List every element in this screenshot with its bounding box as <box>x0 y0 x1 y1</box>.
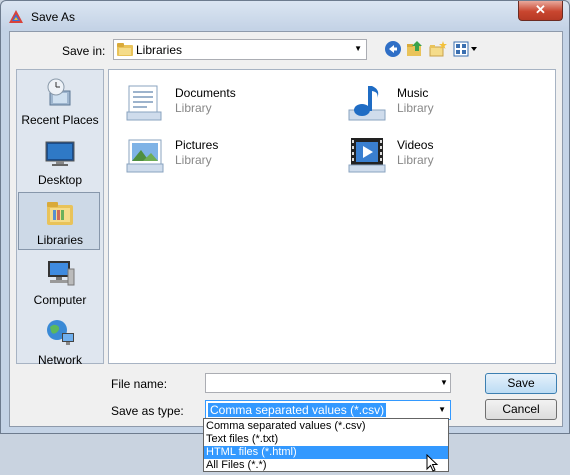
back-icon[interactable] <box>384 40 402 58</box>
file-name-field[interactable] <box>205 373 451 393</box>
window-title: Save As <box>31 10 76 24</box>
save-as-type-dropdown[interactable]: Comma separated values (*.csv) ▼ <box>205 400 451 420</box>
type-option-html[interactable]: HTML files (*.html) <box>204 446 448 459</box>
place-network[interactable]: Network <box>18 312 100 370</box>
library-type: Library <box>175 101 212 115</box>
close-button[interactable]: ✕ <box>518 1 563 21</box>
place-recent-places[interactable]: Recent Places <box>18 72 100 130</box>
libraries-icon <box>44 197 76 229</box>
type-option-csv[interactable]: Comma separated values (*.csv) <box>204 420 448 433</box>
type-option-txt[interactable]: Text files (*.txt) <box>204 433 448 446</box>
app-icon <box>8 9 24 25</box>
music-library-icon <box>347 82 389 124</box>
documents-library-icon <box>125 82 167 124</box>
desktop-icon <box>44 137 76 169</box>
title-bar[interactable]: Save As ✕ <box>1 1 569 31</box>
mouse-cursor-icon <box>426 453 440 475</box>
network-icon <box>44 317 76 349</box>
place-computer[interactable]: Computer <box>18 252 100 310</box>
dialog-body: Save in: Libraries ▼ Recent Places Deskt… <box>9 31 563 427</box>
library-name: Pictures <box>175 138 219 152</box>
recent-places-icon <box>44 77 76 109</box>
computer-icon <box>44 257 76 289</box>
library-name: Videos <box>397 138 434 152</box>
file-list: Documents Library Music Library Pictures… <box>108 69 556 364</box>
save-in-label: Save in: <box>62 44 106 58</box>
library-documents[interactable]: Documents Library <box>125 82 325 126</box>
library-music[interactable]: Music Library <box>347 82 547 126</box>
file-name-label: File name: <box>111 377 168 391</box>
type-option-all[interactable]: All Files (*.*) <box>204 459 448 472</box>
save-as-type-label: Save as type: <box>111 404 184 418</box>
library-videos[interactable]: Videos Library <box>347 134 547 178</box>
save-as-type-options: Comma separated values (*.csv) Text file… <box>203 418 449 472</box>
places-bar: Recent Places Desktop Libraries Computer <box>16 69 104 367</box>
file-name-chevron-down-icon[interactable]: ▼ <box>440 378 448 387</box>
pictures-library-icon <box>125 134 167 176</box>
place-label: Desktop <box>37 173 83 187</box>
save-in-dropdown[interactable]: Libraries ▼ <box>113 39 367 60</box>
videos-library-icon <box>347 134 389 176</box>
library-type: Library <box>397 101 434 115</box>
place-label: Libraries <box>36 233 84 247</box>
save-as-type-value: Comma separated values (*.csv) <box>208 403 387 417</box>
save-button[interactable]: Save <box>485 373 557 394</box>
views-menu-icon[interactable] <box>453 40 479 58</box>
libraries-folder-icon <box>117 43 133 60</box>
new-folder-icon[interactable] <box>429 40 447 58</box>
library-type: Library <box>397 153 434 167</box>
chevron-down-icon: ▼ <box>354 44 362 53</box>
save-as-dialog: Save As ✕ Save in: Libraries ▼ Recent Pl… <box>0 0 570 434</box>
place-label: Recent Places <box>21 113 99 127</box>
place-desktop[interactable]: Desktop <box>18 132 100 190</box>
library-name: Music <box>397 86 429 100</box>
cancel-button[interactable]: Cancel <box>485 399 557 420</box>
place-label: Computer <box>33 293 87 307</box>
place-libraries[interactable]: Libraries <box>18 192 100 250</box>
chevron-down-icon: ▼ <box>438 405 446 414</box>
up-folder-icon[interactable] <box>406 40 424 58</box>
library-type: Library <box>175 153 212 167</box>
library-name: Documents <box>175 86 236 100</box>
save-in-value: Libraries <box>136 43 183 57</box>
library-pictures[interactable]: Pictures Library <box>125 134 325 178</box>
place-label: Network <box>37 353 82 367</box>
